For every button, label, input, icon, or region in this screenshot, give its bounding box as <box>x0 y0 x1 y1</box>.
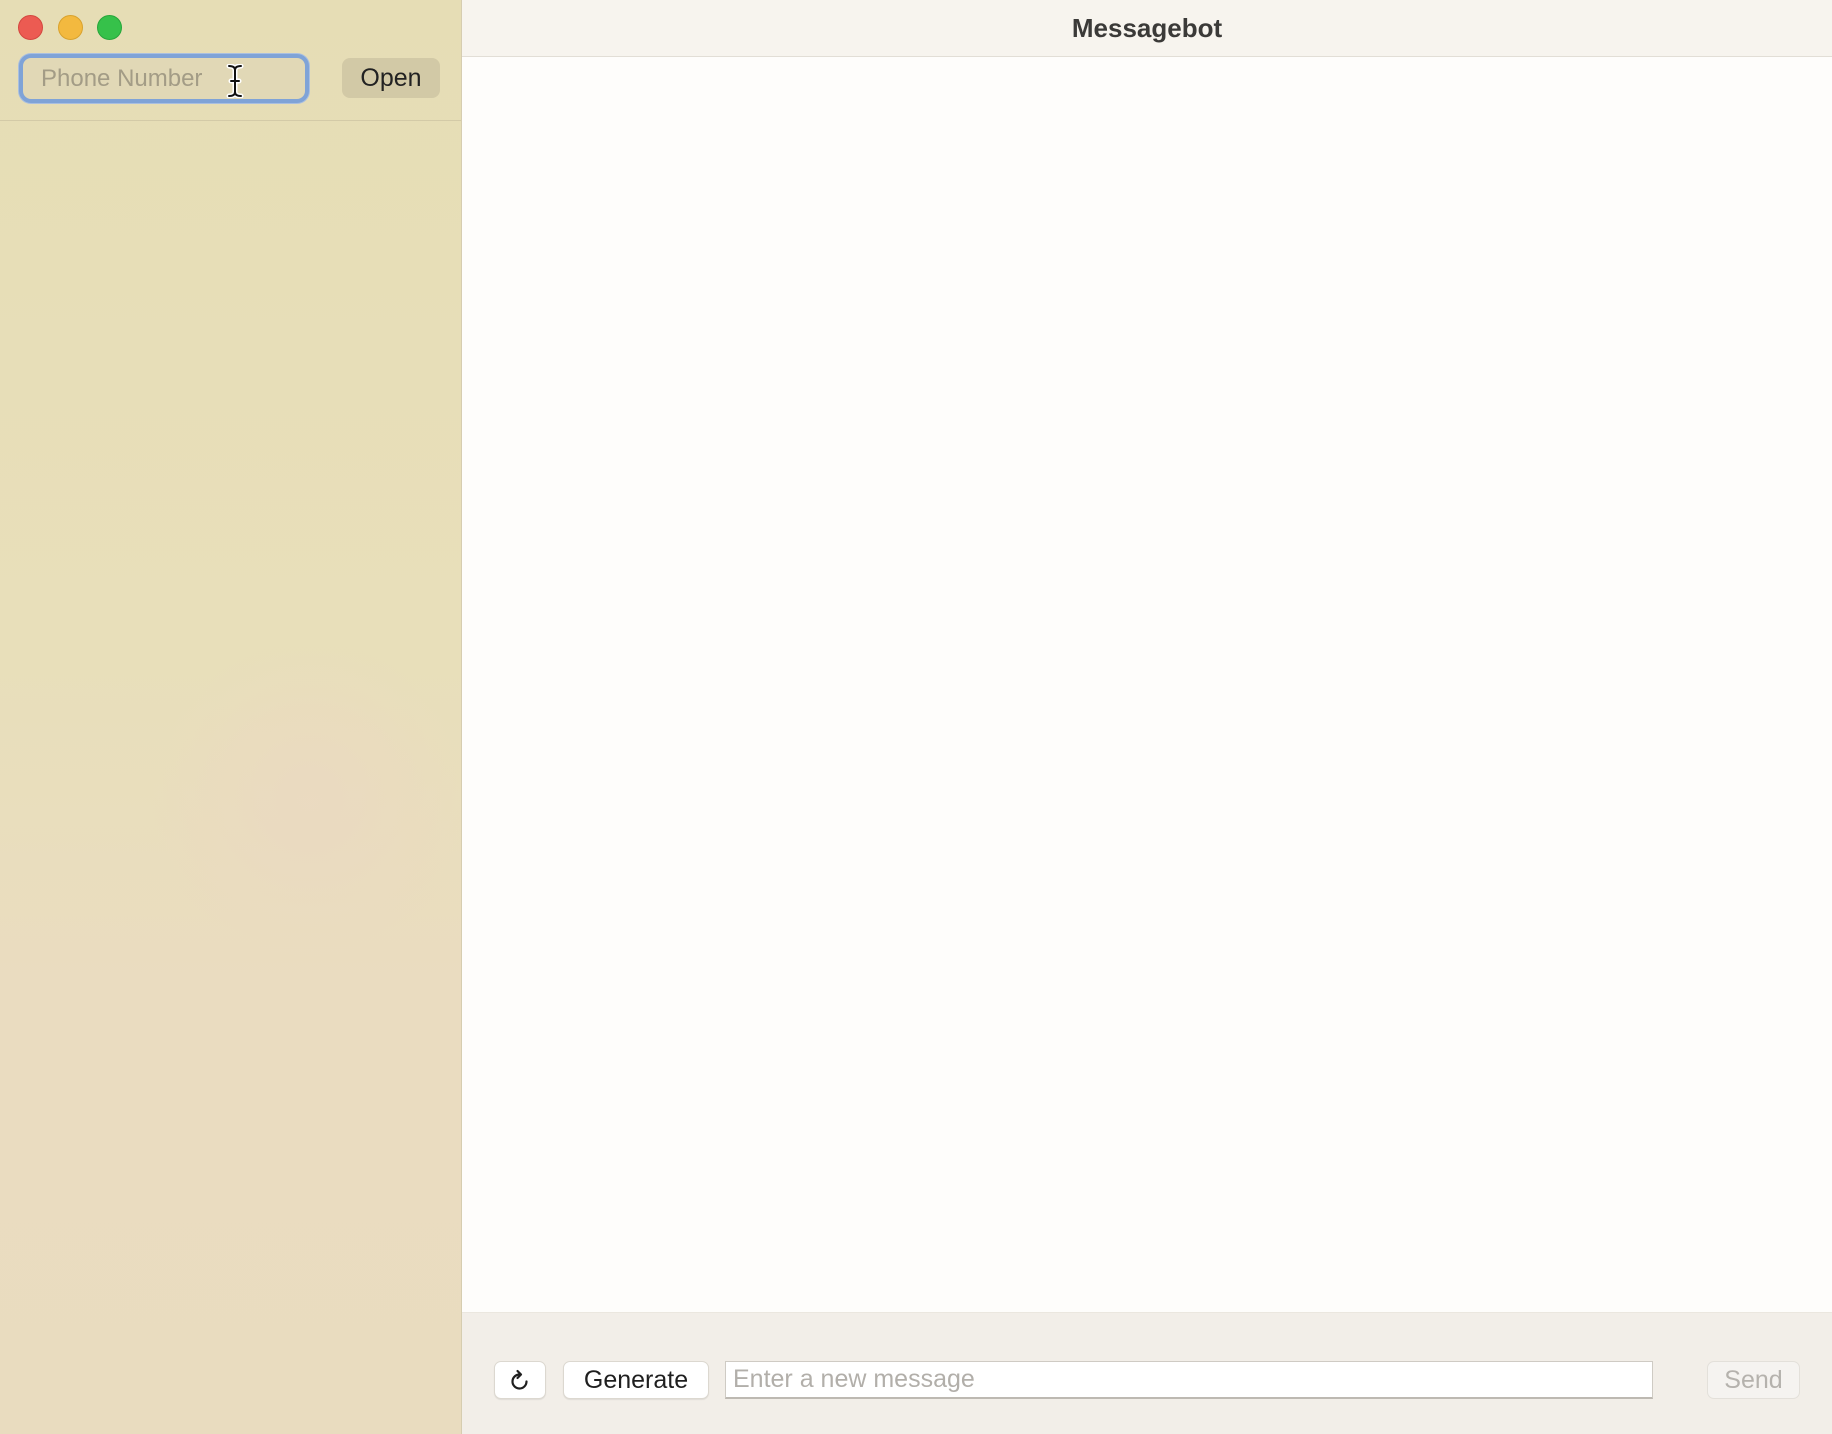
conversation-area <box>462 57 1832 1312</box>
sidebar: Open <box>0 0 470 1434</box>
phone-number-input[interactable] <box>19 54 309 103</box>
sidebar-divider <box>0 120 461 121</box>
message-composer: Generate Send <box>462 1312 1832 1434</box>
window-title: Messagebot <box>1071 13 1223 43</box>
minimize-window-button[interactable] <box>58 15 83 40</box>
close-window-button[interactable] <box>18 15 43 40</box>
refresh-button[interactable] <box>494 1361 546 1399</box>
send-button[interactable]: Send <box>1707 1361 1800 1399</box>
app-window: Open Messagebot Generate Send <box>0 0 1832 1434</box>
sidebar-background-glow <box>150 640 470 960</box>
refresh-icon <box>511 1369 528 1390</box>
message-input[interactable] <box>725 1361 1653 1399</box>
maximize-window-button[interactable] <box>97 15 122 40</box>
title-bar: Messagebot <box>462 0 1832 57</box>
generate-button[interactable]: Generate <box>563 1361 709 1399</box>
open-button[interactable]: Open <box>342 58 440 98</box>
